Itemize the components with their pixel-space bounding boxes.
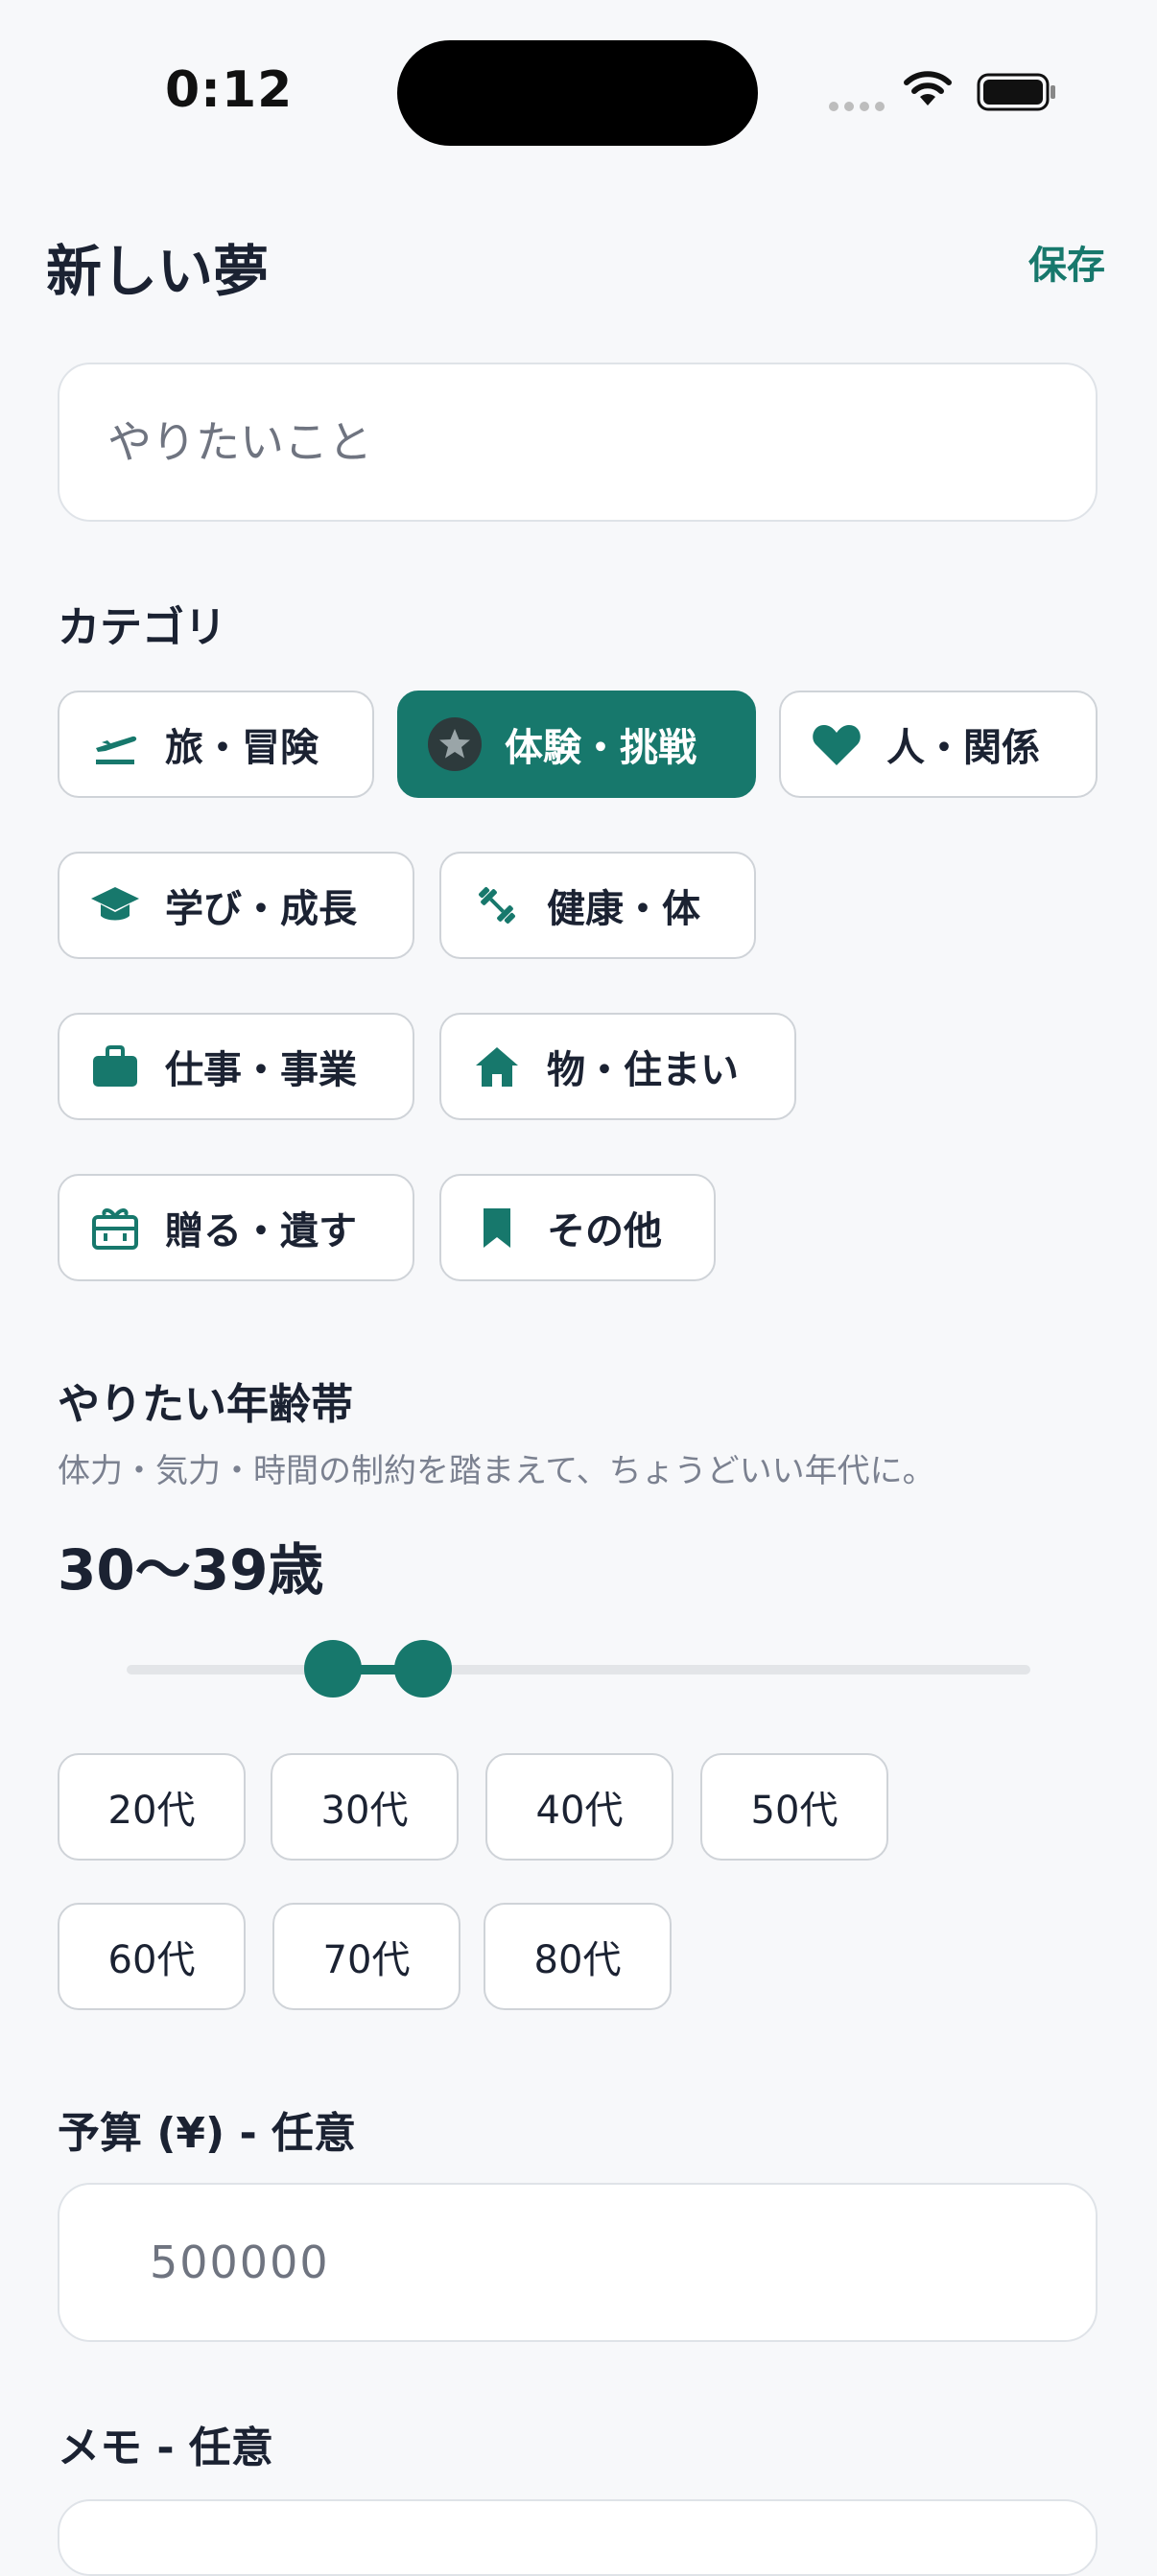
bookmark-icon	[470, 1201, 524, 1254]
category-chip-learning[interactable]: 学び・成長	[58, 852, 414, 959]
category-chip-other[interactable]: その他	[439, 1174, 716, 1281]
slider-min-thumb[interactable]	[303, 1640, 362, 1698]
decade-button-70s[interactable]: 70代	[272, 1903, 460, 2010]
decade-button-80s[interactable]: 80代	[484, 1903, 672, 2010]
category-chip-label: 贈る・遺す	[165, 1209, 357, 1253]
page-title: 新しい夢	[46, 239, 270, 304]
category-chip-travel[interactable]: 旅・冒険	[58, 691, 374, 798]
status-time: 0:12	[165, 61, 294, 119]
status-bar: 0:12	[0, 0, 1157, 182]
category-chip-experience[interactable]: 体験・挑戦	[397, 691, 756, 798]
cellular-signal-icon	[829, 102, 885, 111]
decade-button-40s[interactable]: 40代	[485, 1753, 673, 1861]
category-chip-label: 健康・体	[547, 887, 700, 931]
gift-icon	[88, 1201, 142, 1254]
star-icon	[428, 717, 482, 771]
category-label: カテゴリ	[58, 603, 226, 652]
wifi-icon	[904, 71, 952, 105]
category-chip-health[interactable]: 健康・体	[439, 852, 756, 959]
briefcase-icon	[88, 1040, 142, 1093]
decade-button-60s[interactable]: 60代	[58, 1903, 246, 2010]
dream-title-input[interactable]	[58, 363, 1098, 522]
category-chip-relationships[interactable]: 人・関係	[779, 691, 1098, 798]
age-label: やりたい年齢帯	[58, 1380, 353, 1429]
category-chip-label: 仕事・事業	[165, 1048, 357, 1092]
battery-icon	[977, 73, 1055, 111]
home-icon	[470, 1040, 524, 1093]
budget-input[interactable]	[58, 2183, 1098, 2342]
category-chip-label: その他	[547, 1209, 662, 1253]
age-hint: 体力・気力・時間の制約を踏まえて、ちょうどいい年代に。	[58, 1452, 935, 1490]
category-chip-label: 人・関係	[886, 726, 1040, 770]
dumbbell-icon	[470, 878, 524, 932]
category-chip-label: 旅・冒険	[165, 726, 319, 770]
category-chip-home[interactable]: 物・住まい	[439, 1013, 796, 1120]
category-chip-label: 学び・成長	[165, 887, 357, 931]
decade-button-30s[interactable]: 30代	[271, 1753, 459, 1861]
decade-button-50s[interactable]: 50代	[700, 1753, 888, 1861]
memo-input[interactable]	[58, 2499, 1098, 2576]
memo-label: メモ - 任意	[58, 2424, 273, 2472]
save-button[interactable]: 保存	[1028, 234, 1105, 290]
graduation-cap-icon	[88, 878, 142, 932]
category-chip-label: 体験・挑戦	[505, 726, 697, 770]
budget-label: 予算 (¥) - 任意	[58, 2109, 357, 2158]
airplane-icon	[88, 717, 142, 771]
category-chip-gift[interactable]: 贈る・遺す	[58, 1174, 414, 1281]
decade-button-20s[interactable]: 20代	[58, 1753, 246, 1861]
age-range-slider[interactable]	[127, 1640, 1030, 1698]
category-chip-work[interactable]: 仕事・事業	[58, 1013, 414, 1120]
slider-track	[127, 1665, 1030, 1674]
category-chip-label: 物・住まい	[547, 1048, 739, 1092]
heart-icon	[810, 717, 863, 771]
slider-max-thumb[interactable]	[393, 1640, 452, 1698]
dynamic-island	[397, 40, 758, 146]
age-range-value: 30〜39歳	[58, 1537, 324, 1603]
